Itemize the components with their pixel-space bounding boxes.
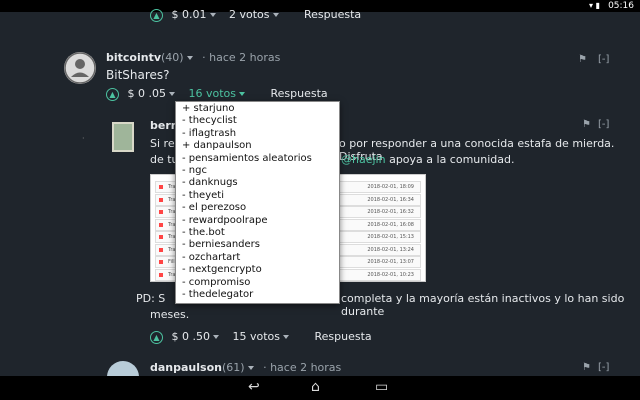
row-status-icon bbox=[159, 235, 163, 239]
comment-body: BitShares? bbox=[106, 68, 170, 82]
voter-list: + starjuno - thecyclist - iflagtrash + danp… bbox=[182, 103, 339, 302]
wifi-battery-icons: ▾ ▮ bbox=[589, 1, 600, 10]
row-date: 2018-02-01, 13:07 bbox=[367, 259, 414, 265]
collapse-button[interactable]: [-] bbox=[598, 54, 609, 65]
row-date: 2018-02-01, 16:32 bbox=[367, 209, 414, 215]
row-status-icon bbox=[159, 260, 163, 264]
votes-count[interactable]: 16 votos bbox=[188, 87, 236, 100]
chevron-down-icon[interactable] bbox=[168, 92, 175, 96]
author-rep: (40) bbox=[161, 51, 184, 64]
upvote-icon[interactable]: ▲ bbox=[150, 8, 163, 22]
row-status-icon bbox=[159, 185, 163, 189]
row-status-icon bbox=[159, 247, 163, 252]
voter-item[interactable]: - theyeti bbox=[182, 190, 339, 202]
voter-item[interactable]: - thedelegator bbox=[182, 289, 339, 301]
row-status-icon bbox=[159, 210, 163, 214]
comment-time[interactable]: hace 2 horas bbox=[270, 361, 341, 374]
voter-item[interactable]: - rewardpoolrape bbox=[182, 215, 339, 227]
payout-value[interactable]: $ 0.01 bbox=[172, 8, 207, 21]
back-icon[interactable]: ↩ bbox=[248, 379, 260, 395]
voter-item[interactable]: - ozchartart bbox=[182, 252, 339, 264]
row-date: 2018-02-01, 16:08 bbox=[367, 221, 414, 228]
chevron-down-icon[interactable] bbox=[247, 366, 254, 370]
comment-header: bitcointv(40) · hace 2 horas bbox=[106, 51, 281, 64]
row-date: 2018-02-01, 10:23 bbox=[367, 271, 414, 278]
avatar[interactable] bbox=[107, 361, 139, 376]
user-placeholder-icon bbox=[64, 52, 96, 84]
recents-icon[interactable]: ▭ bbox=[375, 379, 388, 395]
comment-footer-text: PD: S bbox=[136, 292, 166, 305]
reply-button[interactable]: Respuesta bbox=[315, 330, 372, 343]
comment-time[interactable]: hace 2 horas bbox=[209, 51, 280, 64]
text-fragment: apoya a la comunidad. bbox=[385, 153, 515, 166]
votes-count[interactable]: 15 votos bbox=[232, 330, 280, 343]
upvote-icon[interactable]: ▲ bbox=[106, 87, 119, 101]
collapse-button[interactable]: [-] bbox=[598, 119, 609, 130]
chevron-down-icon[interactable] bbox=[209, 13, 216, 17]
votes-count[interactable]: 2 votos bbox=[229, 8, 270, 21]
reply-button[interactable]: Respuesta bbox=[271, 87, 328, 100]
reply-button[interactable]: Respuesta bbox=[304, 8, 361, 21]
voter-item[interactable]: - ngc bbox=[182, 165, 339, 177]
chevron-down-icon[interactable] bbox=[283, 335, 289, 339]
chevron-down-icon[interactable] bbox=[239, 92, 245, 96]
row-status-icon bbox=[159, 197, 163, 202]
payout-value[interactable]: $ 0 .05 bbox=[128, 87, 166, 100]
author-rep: (61) bbox=[221, 361, 245, 374]
home-icon[interactable]: ⌂ bbox=[311, 379, 320, 395]
flag-icon[interactable]: ⚑ bbox=[578, 54, 587, 65]
author-name[interactable]: danpaulson bbox=[150, 361, 222, 374]
voters-dropdown[interactable]: + starjuno - thecyclist - iflagtrash + danp… bbox=[175, 101, 340, 304]
voter-item[interactable]: - iflagtrash bbox=[182, 128, 339, 140]
reply-marker: · bbox=[82, 134, 85, 143]
chevron-down-icon[interactable] bbox=[212, 335, 219, 339]
avatar[interactable] bbox=[64, 52, 96, 84]
chevron-down-icon[interactable] bbox=[186, 56, 193, 60]
voter-item[interactable]: + starjuno bbox=[182, 103, 339, 115]
author-name[interactable]: bitcointv bbox=[106, 51, 161, 64]
collapse-button[interactable]: [-] bbox=[598, 362, 609, 373]
payout-value[interactable]: $ 0 .50 bbox=[172, 330, 210, 343]
prev-comment-footer: ▲ $ 0.01 2 votos Respuesta bbox=[150, 8, 361, 22]
voter-item[interactable]: - the.bot bbox=[182, 227, 339, 239]
voter-item[interactable]: - berniesanders bbox=[182, 239, 339, 251]
voter-item[interactable]: + danpaulson bbox=[182, 140, 339, 152]
comment-footer: ▲ $ 0 .05 16 votos Respuesta bbox=[106, 87, 328, 101]
row-status-icon bbox=[159, 272, 163, 277]
comment-footer-text-line2: meses. bbox=[150, 308, 190, 321]
row-date: 2018-02-01, 18:09 bbox=[367, 184, 414, 190]
voter-item[interactable]: - thecyclist bbox=[182, 115, 339, 127]
flag-icon[interactable]: ⚑ bbox=[582, 362, 591, 373]
row-date: 2018-02-01, 16:34 bbox=[367, 196, 414, 203]
row-date: 2018-02-01, 13:24 bbox=[367, 246, 414, 253]
avatar[interactable] bbox=[112, 122, 134, 152]
voter-item[interactable]: - el perezoso bbox=[182, 202, 339, 214]
flag-icon[interactable]: ⚑ bbox=[582, 119, 591, 130]
comment-header: danpaulson(61) · hace 2 horas bbox=[150, 361, 342, 374]
comment-text-line2-rest: @haejin apoya a la comunidad. bbox=[341, 153, 515, 166]
row-status-icon bbox=[159, 222, 163, 227]
row-date: 2018-02-01, 15:13 bbox=[367, 234, 414, 240]
voter-item[interactable]: - nextgencrypto bbox=[182, 264, 339, 276]
comment-footer-text-rest: completa y la mayoría están inactivos y … bbox=[341, 292, 625, 318]
voter-item[interactable]: - pensamientos aleatorios bbox=[182, 153, 339, 165]
upvote-icon[interactable]: ▲ bbox=[150, 330, 163, 344]
system-nav-bar: ↩ ⌂ ▭ bbox=[0, 376, 640, 400]
status-time: 05:16 bbox=[608, 1, 634, 11]
chevron-down-icon[interactable] bbox=[272, 13, 279, 17]
comment-footer: ▲ $ 0 .50 15 votos Respuesta bbox=[150, 330, 372, 344]
mention-link[interactable]: @haejin bbox=[341, 153, 386, 166]
voter-item[interactable]: - danknugs bbox=[182, 177, 339, 189]
voter-item[interactable]: - compromiso bbox=[182, 277, 339, 289]
